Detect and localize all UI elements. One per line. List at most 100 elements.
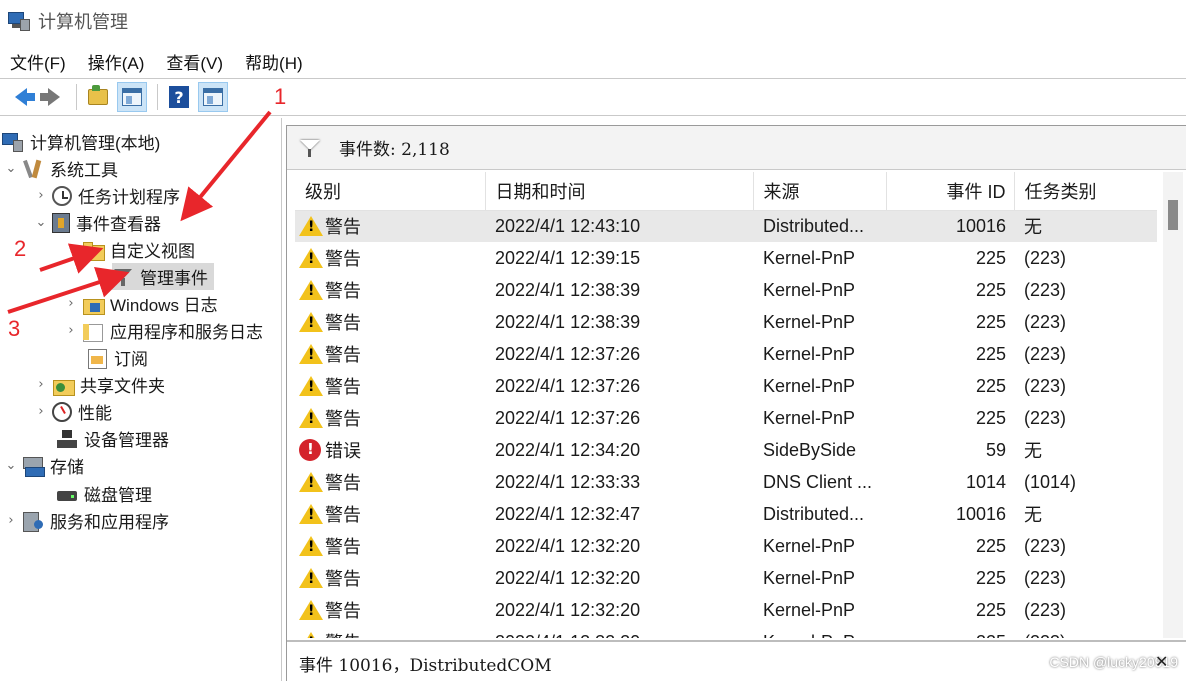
menu-view[interactable]: 查看(V) <box>156 49 235 74</box>
level-text: 警告 <box>325 313 361 333</box>
chevron-right-icon[interactable]: › <box>34 188 48 203</box>
shared-folder-icon <box>52 374 75 396</box>
tree-item-disk-management[interactable]: 磁盘管理 <box>56 480 152 507</box>
warning-icon <box>299 599 323 621</box>
tree-item-windows-logs[interactable]: › Windows 日志 <box>64 290 217 317</box>
tree-item-custom-views[interactable]: 自定义视图 <box>82 236 195 263</box>
cell-source: Distributed... <box>753 210 886 242</box>
menu-file[interactable]: 文件(F) <box>0 49 78 74</box>
window-title: 计算机管理 <box>38 12 128 32</box>
cell-task-category: (223) <box>1024 407 1067 428</box>
cell-task-category: (223) <box>1024 535 1067 556</box>
table-row[interactable]: 警告 2022/4/1 12:43:10Distributed...10016无 <box>295 210 1157 242</box>
column-header-task-category[interactable]: 任务类别 <box>1014 172 1157 211</box>
level-text: 警告 <box>325 345 361 365</box>
cell-datetime: 2022/4/1 12:32:20 <box>485 626 753 639</box>
cell-task-category: (223) <box>1024 343 1067 364</box>
cell-datetime: 2022/4/1 12:32:47 <box>495 503 641 524</box>
tree-item-storage[interactable]: ⌄ 存储 <box>4 452 84 479</box>
tree-label: 性能 <box>78 404 112 423</box>
table-row[interactable]: 警告 2022/4/1 12:39:15 Kernel-PnP 225 (223) <box>295 242 1157 274</box>
tree-item-event-viewer[interactable]: ⌄ 事件查看器 <box>34 209 161 236</box>
tree-label: 设备管理器 <box>84 431 169 450</box>
cell-task-category: (223) <box>1024 567 1067 588</box>
tree-label: 共享文件夹 <box>80 377 165 396</box>
chevron-down-icon[interactable]: ⌄ <box>4 161 18 176</box>
tree-item-computer-management[interactable]: 计算机管理(本地) <box>2 128 160 155</box>
cell-event-id: 225 <box>975 535 1006 556</box>
forward-button[interactable] <box>36 82 66 112</box>
cell-source: Kernel-PnP <box>763 247 856 268</box>
toolbar-separator <box>76 84 77 110</box>
tree-label: 事件查看器 <box>76 215 161 234</box>
chevron-right-icon[interactable]: › <box>4 513 18 528</box>
tree-item-performance[interactable]: › 性能 <box>34 398 112 425</box>
console-tree: 计算机管理(本地) ⌄ 系统工具 › 任务计划程序 ⌄ 事件查看器 自定义视图 … <box>0 118 282 681</box>
cell-event-id: 225 <box>975 279 1006 300</box>
console-tree-toggle-button[interactable] <box>117 82 147 112</box>
table-row[interactable]: 警告 2022/4/1 12:37:26 Kernel-PnP 225 (223) <box>295 338 1157 370</box>
level-text: 警告 <box>325 473 361 493</box>
up-folder-icon <box>88 85 108 105</box>
cell-level: 警告 <box>295 466 485 498</box>
column-header-datetime[interactable]: 日期和时间 <box>485 172 754 211</box>
menu-action[interactable]: 操作(A) <box>78 49 157 74</box>
tree-item-subscriptions[interactable]: 订阅 <box>86 344 148 371</box>
level-text: 警告 <box>325 377 361 397</box>
menu-help[interactable]: 帮助(H) <box>235 49 315 74</box>
table-row[interactable]: 警告 2022/4/1 12:37:26 Kernel-PnP 225 (223) <box>295 402 1157 434</box>
table-row[interactable]: 警告2022/4/1 12:32:20Kernel-PnP225(223) <box>295 626 1157 638</box>
chevron-right-icon[interactable]: › <box>64 323 78 338</box>
chevron-right-icon[interactable]: › <box>34 377 48 392</box>
close-icon[interactable]: ✕ <box>1155 652 1168 672</box>
cell-datetime: 2022/4/1 12:32:20 <box>495 599 641 620</box>
error-icon <box>299 439 321 461</box>
chevron-right-icon[interactable]: › <box>34 404 48 419</box>
cell-task-category: (223) <box>1024 311 1067 332</box>
column-header-event-id[interactable]: 事件 ID <box>886 172 1015 211</box>
action-pane-toggle-button[interactable] <box>198 82 228 112</box>
table-row[interactable]: 警告 2022/4/1 12:33:33 DNS Client ... 1014 (10… <box>295 466 1157 498</box>
cell-level: 警告 <box>295 274 485 306</box>
warning-icon <box>299 535 323 557</box>
chevron-down-icon[interactable]: ⌄ <box>34 215 48 230</box>
events-pane: 事件数: 2,118 级别 日期和时间 来源 事件 ID 任务类别 警告 2022… <box>286 125 1186 681</box>
tree-item-shared-folders[interactable]: › 共享文件夹 <box>34 371 165 398</box>
scrollbar-thumb[interactable] <box>1168 200 1178 230</box>
table-row[interactable]: 警告 2022/4/1 12:38:39 Kernel-PnP 225 (223) <box>295 306 1157 338</box>
tree-label: 存储 <box>50 458 84 477</box>
table-row[interactable]: 警告 2022/4/1 12:32:47 Distributed... 10016 无 <box>295 498 1157 530</box>
cell-event-id: 10016 <box>886 210 1014 242</box>
chevron-down-icon[interactable]: ⌄ <box>4 458 18 473</box>
table-row[interactable]: 警告2022/4/1 12:32:20Kernel-PnP225(223) <box>295 530 1157 562</box>
tree-item-services-apps[interactable]: › 服务和应用程序 <box>4 507 169 534</box>
up-level-button[interactable] <box>83 82 113 112</box>
cell-event-id: 225 <box>975 599 1006 620</box>
back-button[interactable] <box>2 82 35 112</box>
tree-item-system-tools[interactable]: ⌄ 系统工具 <box>4 155 118 182</box>
tools-icon <box>22 158 44 180</box>
cell-level: 警告 <box>295 338 485 370</box>
cell-source: DNS Client ... <box>763 471 873 492</box>
column-header-level[interactable]: 级别 <box>295 172 486 211</box>
table-row[interactable]: 警告 2022/4/1 12:37:26 Kernel-PnP 225 (223) <box>295 370 1157 402</box>
tree-item-device-manager[interactable]: 设备管理器 <box>56 425 169 452</box>
table-row[interactable]: 警告 2022/4/1 12:38:39 Kernel-PnP 225 (223) <box>295 274 1157 306</box>
column-header-source[interactable]: 来源 <box>753 172 887 211</box>
filter-header: 事件数: 2,118 <box>287 126 1186 170</box>
event-count: 事件数: 2,118 <box>339 140 450 160</box>
cell-level: 警告 <box>295 306 485 338</box>
warning-icon <box>299 407 323 429</box>
warning-icon <box>299 503 323 525</box>
tree-item-admin-events[interactable]: 管理事件 <box>112 263 214 290</box>
help-button[interactable]: ? <box>164 82 194 112</box>
table-row[interactable]: 警告2022/4/1 12:32:20Kernel-PnP225(223) <box>295 594 1157 626</box>
chevron-right-icon[interactable]: › <box>64 296 78 311</box>
table-row[interactable]: 错误 2022/4/1 12:34:20 SideBySide 59 无 <box>295 434 1157 466</box>
tree-item-task-scheduler[interactable]: › 任务计划程序 <box>34 182 180 209</box>
tree-item-app-service-logs[interactable]: › 应用程序和服务日志 <box>64 317 263 344</box>
cell-datetime: 2022/4/1 12:38:39 <box>495 279 641 300</box>
table-row[interactable]: 警告2022/4/1 12:32:20Kernel-PnP225(223) <box>295 562 1157 594</box>
cell-datetime: 2022/4/1 12:32:20 <box>495 567 641 588</box>
vertical-scrollbar[interactable] <box>1163 172 1183 638</box>
